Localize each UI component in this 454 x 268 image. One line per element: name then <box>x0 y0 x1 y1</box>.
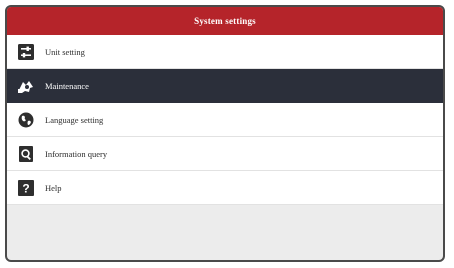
page-title: System settings <box>194 16 256 26</box>
search-document-icon <box>17 145 35 163</box>
menu-item-label: Maintenance <box>45 80 89 91</box>
menu-item-information-query[interactable]: Information query <box>7 137 443 171</box>
maintenance-icon <box>17 77 35 95</box>
menu-item-label: Information query <box>45 148 108 159</box>
menu-item-unit-setting[interactable]: Unit setting <box>7 35 443 69</box>
menu-item-help[interactable]: ? Help <box>7 171 443 205</box>
menu-item-language-setting[interactable]: Language setting <box>7 103 443 137</box>
device-screen: System settings Unit setting Maintenance… <box>5 5 445 262</box>
svg-text:?: ? <box>22 181 29 195</box>
settings-menu: Unit setting Maintenance Language settin… <box>7 35 443 205</box>
menu-item-label: Unit setting <box>45 46 85 57</box>
sliders-icon <box>17 43 35 61</box>
menu-item-maintenance[interactable]: Maintenance <box>7 69 443 103</box>
menu-item-label: Language setting <box>45 114 104 125</box>
menu-item-label: Help <box>45 182 62 193</box>
globe-icon <box>17 111 35 129</box>
title-bar: System settings <box>7 7 443 35</box>
question-icon: ? <box>17 179 35 197</box>
